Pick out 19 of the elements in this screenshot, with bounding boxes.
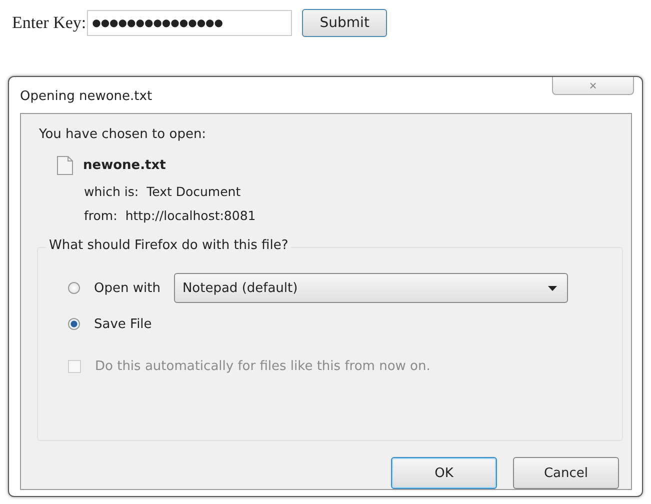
submit-button[interactable]: Submit <box>302 9 388 37</box>
source-url: http://localhost:8081 <box>125 208 256 223</box>
dialog-title: Opening newone.txt <box>20 88 152 106</box>
intro-text: You have chosen to open: <box>39 127 208 142</box>
source-label: from: <box>84 208 118 223</box>
option-label[interactable]: Open with <box>94 280 160 296</box>
type-label: which is: <box>84 184 139 199</box>
file-type: Text Document <box>146 184 241 199</box>
option-label[interactable]: Save File <box>94 316 152 332</box>
ok-button[interactable]: OK <box>391 457 497 489</box>
radio-button[interactable] <box>68 318 80 330</box>
application-dropdown[interactable]: Notepad (default) <box>174 273 568 303</box>
key-input-field[interactable]: ●●●●●●●●●●●●●●● <box>87 10 292 36</box>
file-name: newone.txt <box>83 158 166 173</box>
key-label: Enter Key: <box>12 13 86 33</box>
radio-button[interactable] <box>68 282 80 294</box>
document-icon <box>57 156 73 175</box>
caret-icon <box>548 286 558 290</box>
cancel-button[interactable]: Cancel <box>513 457 619 489</box>
